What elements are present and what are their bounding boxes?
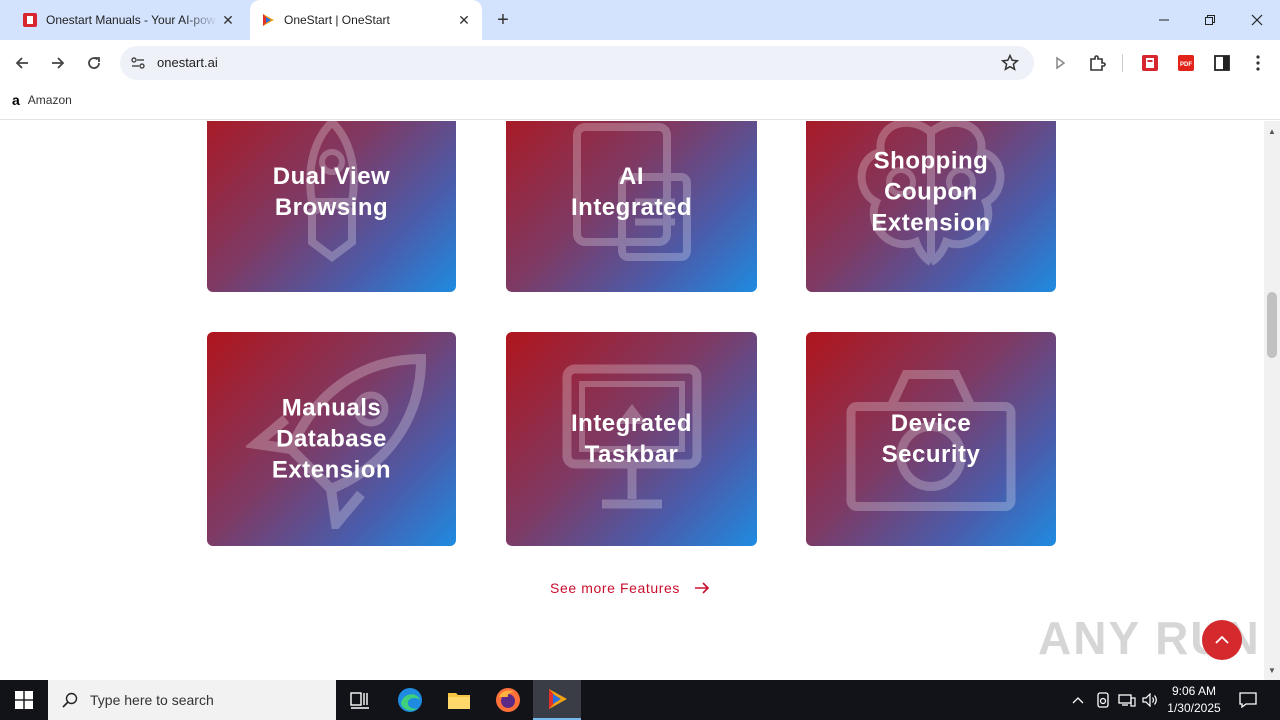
taskbar-search-box[interactable]: Type here to search — [48, 680, 336, 720]
taskbar-firefox[interactable] — [484, 680, 532, 720]
extensions-icon[interactable] — [1086, 52, 1108, 74]
network-icon[interactable] — [1116, 680, 1138, 720]
windows-taskbar: Type here to search 9:06 AM 1/30/2025 — [0, 680, 1280, 720]
see-more-features-link[interactable]: See more Features — [550, 580, 710, 596]
onestart-manuals-extension-icon[interactable] — [1139, 52, 1161, 74]
scroll-down-arrow-icon[interactable]: ▼ — [1264, 662, 1280, 678]
feature-card-manuals-database[interactable]: Manuals Database Extension — [207, 332, 456, 546]
page-content: Dual View Browsing AI Integrated Shoppin… — [0, 121, 1264, 680]
task-view-icon — [350, 692, 369, 709]
start-button[interactable] — [0, 680, 48, 720]
browser-toolbar: onestart.ai PDF — [0, 40, 1280, 86]
close-tab-icon[interactable]: ✕ — [454, 10, 474, 30]
onestart-manuals-favicon-icon — [23, 13, 37, 27]
feature-card-dual-view[interactable]: Dual View Browsing — [207, 121, 456, 292]
tab-strip: Onestart Manuals - Your AI-pow ✕ OneStar… — [0, 0, 1280, 40]
amazon-icon: a — [12, 92, 20, 108]
clock-date: 1/30/2025 — [1167, 701, 1221, 715]
scroll-up-arrow-icon[interactable]: ▲ — [1264, 123, 1280, 139]
taskbar-edge[interactable] — [386, 680, 434, 720]
edge-icon — [398, 688, 422, 712]
minimize-button[interactable] — [1141, 0, 1187, 40]
bookmark-label: Amazon — [27, 93, 72, 107]
url-text: onestart.ai — [157, 55, 218, 70]
taskbar-onestart-browser[interactable] — [533, 680, 581, 720]
svg-text:PDF: PDF — [1180, 62, 1192, 68]
bookmark-star-icon[interactable] — [1000, 53, 1020, 73]
tab-title: OneStart | OneStart — [284, 13, 390, 27]
minimize-icon — [1159, 19, 1169, 21]
feature-title: Dual View Browsing — [272, 162, 391, 221]
notifications-icon[interactable] — [1234, 680, 1262, 720]
pdf-extension-icon[interactable]: PDF — [1175, 52, 1197, 74]
tab-onestart-manuals[interactable]: Onestart Manuals - Your AI-pow ✕ — [10, 0, 246, 40]
folder-icon — [448, 693, 470, 709]
scroll-to-top-button[interactable] — [1202, 620, 1242, 660]
windows-logo-icon — [15, 691, 33, 709]
device-icon[interactable] — [1093, 680, 1113, 720]
address-bar[interactable]: onestart.ai — [120, 46, 1034, 80]
arrow-right-icon — [695, 582, 710, 594]
taskbar-clock[interactable]: 9:06 AM 1/30/2025 — [1160, 683, 1228, 717]
menu-kebab-icon[interactable] — [1247, 52, 1269, 74]
tab-onestart[interactable]: OneStart | OneStart ✕ — [250, 0, 482, 40]
search-icon — [62, 692, 78, 708]
restore-icon — [1205, 15, 1215, 25]
forward-button[interactable] — [44, 49, 72, 77]
feature-title: Integrated Taskbar — [570, 410, 692, 468]
feature-card-shopping-coupon[interactable]: Shopping Coupon Extension — [806, 121, 1056, 292]
back-button[interactable] — [8, 49, 36, 77]
feature-title: AI Integrated — [570, 162, 692, 221]
media-cast-icon[interactable] — [1049, 52, 1071, 74]
arrow-right-icon — [52, 57, 65, 69]
tab-title: Onestart Manuals - Your AI-pow — [46, 13, 216, 27]
onestart-icon — [549, 689, 567, 709]
feature-card-integrated-taskbar[interactable]: Integrated Taskbar — [506, 332, 757, 546]
new-tab-button[interactable]: + — [492, 9, 514, 31]
task-view-button[interactable] — [336, 680, 384, 720]
feature-title: Shopping Coupon Extension — [871, 147, 991, 236]
reload-icon — [88, 57, 100, 69]
toolbar-divider — [1122, 54, 1123, 72]
chevron-up-icon — [1215, 635, 1229, 644]
taskbar-file-explorer[interactable] — [435, 680, 483, 720]
show-hidden-icons-chevron-icon[interactable] — [1068, 680, 1088, 720]
clock-time: 9:06 AM — [1171, 684, 1217, 698]
feature-title: Device Security — [881, 410, 981, 468]
bookmarks-bar: a Amazon — [0, 86, 1280, 120]
arrow-left-icon — [15, 57, 28, 69]
search-placeholder: Type here to search — [90, 692, 214, 708]
close-window-button[interactable] — [1234, 0, 1280, 40]
restore-button[interactable] — [1187, 0, 1233, 40]
feature-card-ai-integrated[interactable]: AI Integrated — [506, 121, 757, 292]
close-icon — [1251, 14, 1263, 26]
page-scrollbar[interactable]: ▲ ▼ — [1264, 121, 1280, 680]
bookmark-amazon[interactable]: a Amazon — [12, 92, 72, 108]
firefox-icon — [496, 688, 520, 712]
feature-card-device-security[interactable]: Device Security — [806, 332, 1056, 546]
site-settings-icon[interactable] — [130, 55, 146, 71]
side-panel-icon[interactable] — [1211, 52, 1233, 74]
close-tab-icon[interactable]: ✕ — [218, 10, 238, 30]
see-more-label: See more Features — [550, 580, 681, 596]
scrollbar-thumb[interactable] — [1267, 292, 1277, 358]
reload-button[interactable] — [80, 49, 108, 77]
onestart-favicon-icon — [263, 14, 274, 26]
feature-title: Manuals Database Extension — [271, 394, 392, 484]
volume-icon[interactable] — [1140, 680, 1160, 720]
